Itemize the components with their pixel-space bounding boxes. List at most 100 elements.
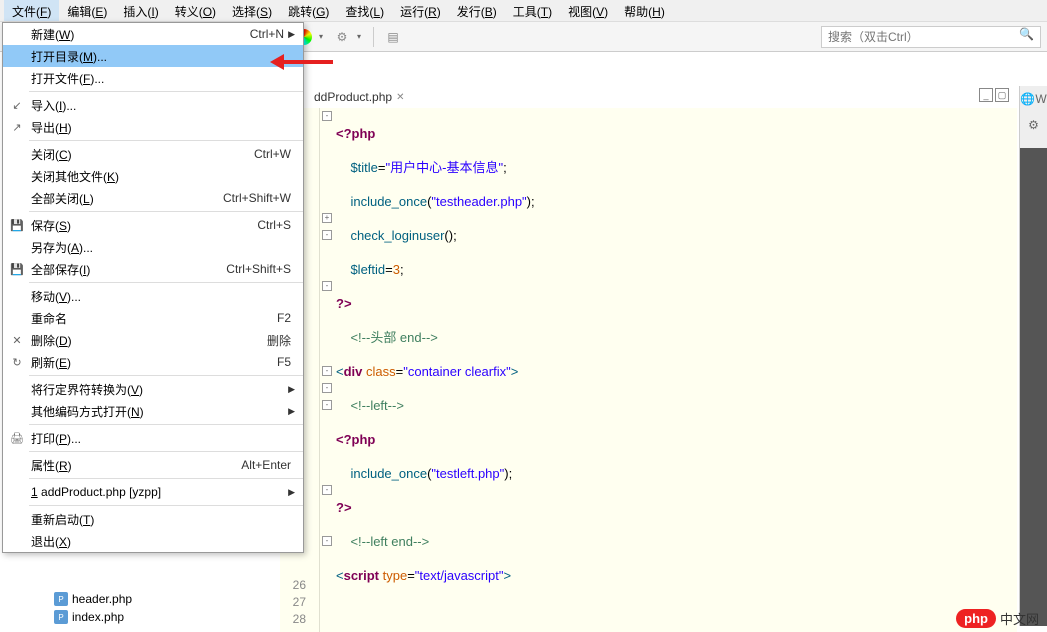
menu-item[interactable]: ✕删除(D)删除 [3,329,303,351]
code-content: <?php $title="用户中心-基本信息"; include_once("… [336,108,1017,632]
fold-minus-icon[interactable]: - [322,366,332,376]
menu-item[interactable]: 将行定界符转换为(V)▶ [3,378,303,400]
menu-item[interactable]: ↙导入(I)... [3,94,303,116]
menu-item[interactable]: 关闭(C)Ctrl+W [3,143,303,165]
menubar-item-v[interactable]: 视图(V) [560,0,616,21]
menu-item[interactable]: 重新启动(T) [3,508,303,530]
globe-icon[interactable]: 🌐W [1025,90,1043,108]
menubar-item-f[interactable]: 文件(F) [4,0,59,21]
menubar-item-s[interactable]: 选择(S) [224,0,280,21]
maximize-icon[interactable]: ▢ [995,88,1009,102]
menubar-item-o[interactable]: 转义(O) [167,0,224,21]
menu-icon: 🖨 [9,430,25,446]
tree-item-label: header.php [72,592,132,606]
menubar-item-h[interactable]: 帮助(H) [616,0,673,21]
menu-label: 全部关闭(L) [31,190,223,207]
search-icon[interactable]: 🔍 [1019,27,1039,47]
menubar: 文件(F)编辑(E)插入(I)转义(O)选择(S)跳转(G)查找(L)运行(R)… [0,0,1047,22]
fold-minus-icon[interactable]: - [322,230,332,240]
menu-shortcut: Ctrl+Shift+W [223,191,291,205]
menu-shortcut: Alt+Enter [241,458,291,472]
menu-item[interactable]: 新建(W)Ctrl+N ▶ [3,23,303,45]
menu-item[interactable]: ↻刷新(E)F5 [3,351,303,373]
menu-shortcut: Ctrl+Shift+S [226,262,291,276]
menubar-item-l[interactable]: 查找(L) [337,0,392,21]
menu-label: 退出(X) [31,533,295,550]
menu-label: 导出(H) [31,119,295,136]
tree-item[interactable]: P header.php [30,590,270,608]
toolbar-doc-icon[interactable]: ▤ [382,26,404,48]
menubar-item-b[interactable]: 发行(B) [449,0,505,21]
menu-label: 关闭其他文件(K) [31,168,295,185]
menu-separator [29,282,303,283]
menubar-item-i[interactable]: 插入(I) [115,0,166,21]
submenu-arrow-icon: ▶ [288,384,295,395]
menu-item[interactable]: 🖨 打印(P)... [3,427,303,449]
menubar-item-g[interactable]: 跳转(G) [280,0,337,21]
toolbar-sep [373,27,374,47]
menu-label: 打印(P)... [31,430,295,447]
dropdown-icon[interactable]: ▾ [357,32,365,41]
menubar-item-e[interactable]: 编辑(E) [59,0,115,21]
fold-minus-icon[interactable]: - [322,111,332,121]
editor-tab-bar: ddProduct.php ✕ [306,86,412,108]
menu-icon: ↻ [9,354,25,370]
fold-plus-icon[interactable]: + [322,213,332,223]
menu-item[interactable]: 💾 保存(S)Ctrl+S [3,214,303,236]
menu-label: 打开目录(M)... [31,48,295,65]
fold-minus-icon[interactable]: - [322,281,332,291]
menu-item[interactable]: 打开文件(F)... [3,67,303,89]
menu-separator [29,478,303,479]
menu-item[interactable]: 全部关闭(L)Ctrl+Shift+W [3,187,303,209]
fold-gutter: - + - - - - - - - [320,108,334,632]
editor-tab[interactable]: ddProduct.php ✕ [306,88,412,106]
menu-shortcut: Ctrl+N [250,27,284,41]
menu-item[interactable]: 移动(V)... [3,285,303,307]
menu-separator [29,211,303,212]
menu-item[interactable]: 重命名F2 [3,307,303,329]
menu-item[interactable]: 关闭其他文件(K) [3,165,303,187]
menu-separator [29,375,303,376]
menu-label: 保存(S) [31,217,257,234]
code-editor[interactable]: - + - - - - - - - <?php $title="用户中心-基本信… [280,108,1017,632]
fold-minus-icon[interactable]: - [322,383,332,393]
menu-separator [29,451,303,452]
tab-close-icon[interactable]: ✕ [396,92,404,103]
menu-shortcut: F2 [277,311,291,325]
menu-separator [29,424,303,425]
minimize-icon[interactable]: _ [979,88,993,102]
tree-item[interactable]: P index.php [30,608,270,626]
minimap [1020,148,1047,626]
menu-shortcut: 删除 [267,332,291,349]
fold-minus-icon[interactable]: - [322,400,332,410]
menu-label: 1 addProduct.php [yzpp] [31,485,288,499]
php-file-icon: P [54,592,68,606]
submenu-arrow-icon: ▶ [288,406,295,417]
fold-minus-icon[interactable]: - [322,485,332,495]
gear-icon[interactable]: ⚙ [1025,116,1043,134]
file-tree: P header.php P index.php [30,590,270,632]
submenu-arrow-icon: ▶ [288,29,295,40]
menu-icon: ✕ [9,332,25,348]
menu-item[interactable]: ↗导出(H) [3,116,303,138]
menu-item[interactable]: 退出(X) [3,530,303,552]
menu-item[interactable]: 另存为(A)... [3,236,303,258]
menu-item[interactable]: 其他编码方式打开(N)▶ [3,400,303,422]
menu-item[interactable]: 💾全部保存(I)Ctrl+Shift+S [3,258,303,280]
menubar-item-t[interactable]: 工具(T) [505,0,560,21]
menu-item[interactable]: 属性(R)Alt+Enter [3,454,303,476]
menu-item[interactable]: 打开目录(M)... [3,45,303,67]
watermark-logo: php 中文网 [956,609,1039,628]
menu-icon: 💾 [9,217,25,233]
menu-item-recent-file[interactable]: 1 addProduct.php [yzpp]▶ [3,481,303,503]
toolbar-gear-icon[interactable]: ⚙ [331,26,353,48]
menu-label: 新建(W) [31,26,250,43]
search-input[interactable] [821,26,1041,48]
menu-label: 全部保存(I) [31,261,226,278]
fold-minus-icon[interactable]: - [322,536,332,546]
file-dropdown-menu: 新建(W)Ctrl+N ▶ 打开目录(M)... 打开文件(F)... ↙导入(I)..… [2,22,304,553]
menu-label: 移动(V)... [31,288,295,305]
dropdown-icon[interactable]: ▾ [319,32,327,41]
menubar-item-r[interactable]: 运行(R) [392,0,449,21]
menu-shortcut: Ctrl+S [257,218,291,232]
